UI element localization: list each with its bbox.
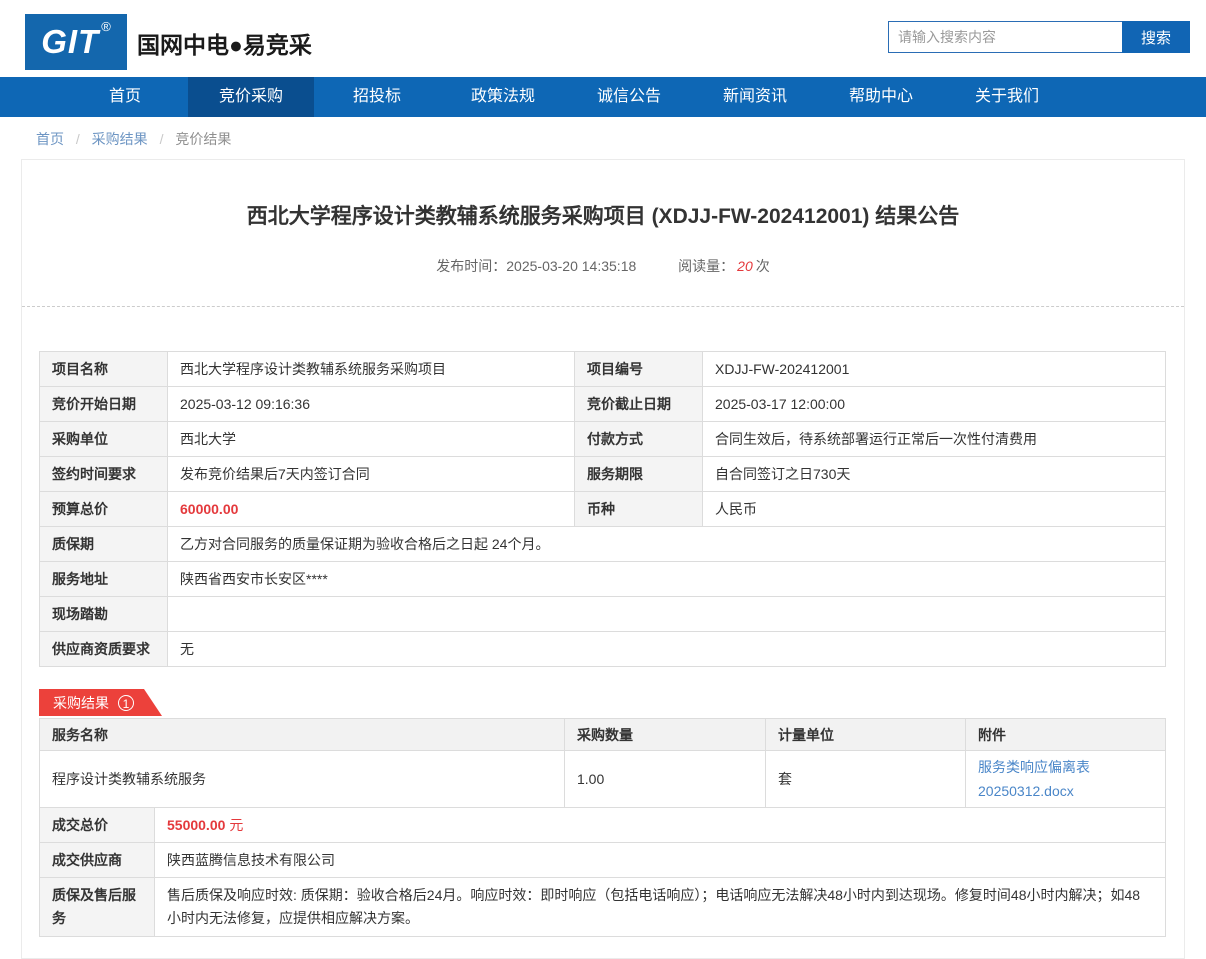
- field-value: 乙方对合同服务的质量保证期为验收合格后之日起 24个月。: [167, 526, 1166, 562]
- site-brand-title: 国网中电●易竞采: [137, 32, 312, 58]
- table-row: 质保及售后服务 售后质保及响应时效: 质保期：验收合格后24月。响应时效：即时响…: [39, 877, 1166, 937]
- field-value: [167, 596, 1166, 632]
- field-value: 2025-03-17 12:00:00: [702, 386, 1166, 422]
- site-header: GIT® 国网中电●易竞采 搜索: [0, 0, 1206, 77]
- table-row: 质保期 乙方对合同服务的质量保证期为验收合格后之日起 24个月。: [39, 526, 1166, 562]
- field-label: 供应商资质要求: [39, 631, 168, 667]
- budget-total-price: 60000.00: [167, 491, 575, 527]
- main-nav: 首页 竞价采购 招投标 政策法规 诚信公告 新闻资讯 帮助中心 关于我们: [0, 77, 1206, 117]
- nav-item-news[interactable]: 新闻资讯: [692, 77, 818, 117]
- purchase-quantity: 1.00: [564, 750, 766, 808]
- breadcrumb-current: 竞价结果: [175, 131, 232, 147]
- deal-supplier: 陕西蓝腾信息技术有限公司: [154, 842, 1166, 878]
- field-value: 西北大学程序设计类教辅系统服务采购项目: [167, 351, 575, 387]
- table-row: 成交总价 55000.00 元: [39, 807, 1166, 843]
- column-header: 服务名称: [39, 718, 565, 751]
- field-label: 项目名称: [39, 351, 168, 387]
- content-card: 西北大学程序设计类教辅系统服务采购项目 (XDJJ-FW-202412001) …: [21, 159, 1185, 959]
- procurement-result-table: 服务名称 采购数量 计量单位 附件 程序设计类教辅系统服务 1.00 套 服务类…: [39, 718, 1166, 808]
- field-label: 竞价截止日期: [574, 386, 703, 422]
- table-row: 竞价开始日期 2025-03-12 09:16:36 竞价截止日期 2025-0…: [39, 386, 1166, 422]
- column-header: 附件: [965, 718, 1166, 751]
- search-button[interactable]: 搜索: [1122, 21, 1190, 53]
- measure-unit: 套: [765, 750, 966, 808]
- nav-item-policies[interactable]: 政策法规: [440, 77, 566, 117]
- nav-item-tenders[interactable]: 招投标: [314, 77, 440, 117]
- nav-item-about-us[interactable]: 关于我们: [944, 77, 1070, 117]
- page-title: 西北大学程序设计类教辅系统服务采购项目 (XDJJ-FW-202412001) …: [246, 205, 960, 228]
- field-label: 成交总价: [39, 807, 155, 843]
- field-value: 人民币: [702, 491, 1166, 527]
- field-label: 签约时间要求: [39, 456, 168, 492]
- column-header: 采购数量: [564, 718, 766, 751]
- view-count-number: 20: [737, 258, 753, 274]
- service-name: 程序设计类教辅系统服务: [39, 750, 565, 808]
- field-label: 项目编号: [574, 351, 703, 387]
- breadcrumb: 首页 / 采购结果 / 竞价结果: [0, 117, 1206, 157]
- field-label: 服务期限: [574, 456, 703, 492]
- nav-item-home[interactable]: 首页: [62, 77, 188, 117]
- search-input[interactable]: [888, 21, 1122, 53]
- table-row: 程序设计类教辅系统服务 1.00 套 服务类响应偏离表 20250312.doc…: [39, 750, 1166, 808]
- search-bar: 搜索: [888, 21, 1190, 53]
- deal-price-unit: 元: [229, 817, 244, 833]
- breadcrumb-separator: /: [159, 131, 164, 147]
- attachment-cell: 服务类响应偏离表 20250312.docx: [965, 750, 1166, 808]
- table-header-row: 服务名称 采购数量 计量单位 附件: [39, 718, 1166, 751]
- field-value: 陕西省西安市长安区****: [167, 561, 1166, 597]
- deal-price-amount: 55000.00: [167, 817, 226, 833]
- field-value: 发布竞价结果后7天内签订合同: [167, 456, 575, 492]
- field-label: 付款方式: [574, 421, 703, 457]
- badge-label: 采购结果: [53, 694, 109, 711]
- article-meta: 发布时间：2025-03-20 14:35:18 阅读量： 20 次: [22, 256, 1184, 307]
- field-value: 自合同签订之日730天: [702, 456, 1166, 492]
- column-header: 计量单位: [765, 718, 966, 751]
- table-row: 项目名称 西北大学程序设计类教辅系统服务采购项目 项目编号 XDJJ-FW-20…: [39, 351, 1166, 387]
- warranty-after-sales: 售后质保及响应时效: 质保期：验收合格后24月。响应时效：即时响应（包括电话响应…: [154, 877, 1166, 937]
- field-label: 质保期: [39, 526, 168, 562]
- publish-time: 发布时间：2025-03-20 14:35:18: [436, 258, 637, 274]
- table-row: 预算总价 60000.00 币种 人民币: [39, 491, 1166, 527]
- field-value: 合同生效后，待系统部署运行正常后一次性付清费用: [702, 421, 1166, 457]
- breadcrumb-procurement-results[interactable]: 采购结果: [92, 131, 148, 147]
- field-label: 预算总价: [39, 491, 168, 527]
- breadcrumb-home[interactable]: 首页: [36, 131, 64, 147]
- logo-text: GIT: [41, 23, 100, 60]
- table-row: 服务地址 陕西省西安市长安区****: [39, 561, 1166, 597]
- table-row: 供应商资质要求 无: [39, 631, 1166, 667]
- field-value: XDJJ-FW-202412001: [702, 351, 1166, 387]
- table-row: 签约时间要求 发布竞价结果后7天内签订合同 服务期限 自合同签订之日730天: [39, 456, 1166, 492]
- field-label: 采购单位: [39, 421, 168, 457]
- field-label: 成交供应商: [39, 842, 155, 878]
- procurement-result-badge: 采购结果 1: [39, 689, 162, 716]
- attachment-link[interactable]: 服务类响应偏离表 20250312.docx: [978, 759, 1090, 799]
- badge-count: 1: [118, 695, 134, 711]
- field-label: 竞价开始日期: [39, 386, 168, 422]
- field-value: 2025-03-12 09:16:36: [167, 386, 575, 422]
- view-count: 阅读量： 20 次: [678, 258, 770, 274]
- deal-summary-table: 成交总价 55000.00 元 成交供应商 陕西蓝腾信息技术有限公司 质保及售后服…: [39, 807, 1166, 937]
- field-label: 质保及售后服务: [39, 877, 155, 937]
- site-logo[interactable]: GIT ®: [25, 14, 127, 70]
- project-info-table: 项目名称 西北大学程序设计类教辅系统服务采购项目 项目编号 XDJJ-FW-20…: [39, 351, 1166, 667]
- nav-item-integrity-notices[interactable]: 诚信公告: [566, 77, 692, 117]
- field-label: 币种: [574, 491, 703, 527]
- field-label: 服务地址: [39, 561, 168, 597]
- breadcrumb-separator: /: [75, 131, 80, 147]
- table-row: 现场踏勘: [39, 596, 1166, 632]
- table-row: 成交供应商 陕西蓝腾信息技术有限公司: [39, 842, 1166, 878]
- field-value: 西北大学: [167, 421, 575, 457]
- deal-total-price: 55000.00 元: [154, 807, 1166, 843]
- field-label: 现场踏勘: [39, 596, 168, 632]
- table-row: 采购单位 西北大学 付款方式 合同生效后，待系统部署运行正常后一次性付清费用: [39, 421, 1166, 457]
- registered-trademark-icon: ®: [101, 19, 111, 34]
- nav-item-help-center[interactable]: 帮助中心: [818, 77, 944, 117]
- nav-item-bidding-procurement[interactable]: 竞价采购: [188, 77, 314, 117]
- field-value: 无: [167, 631, 1166, 667]
